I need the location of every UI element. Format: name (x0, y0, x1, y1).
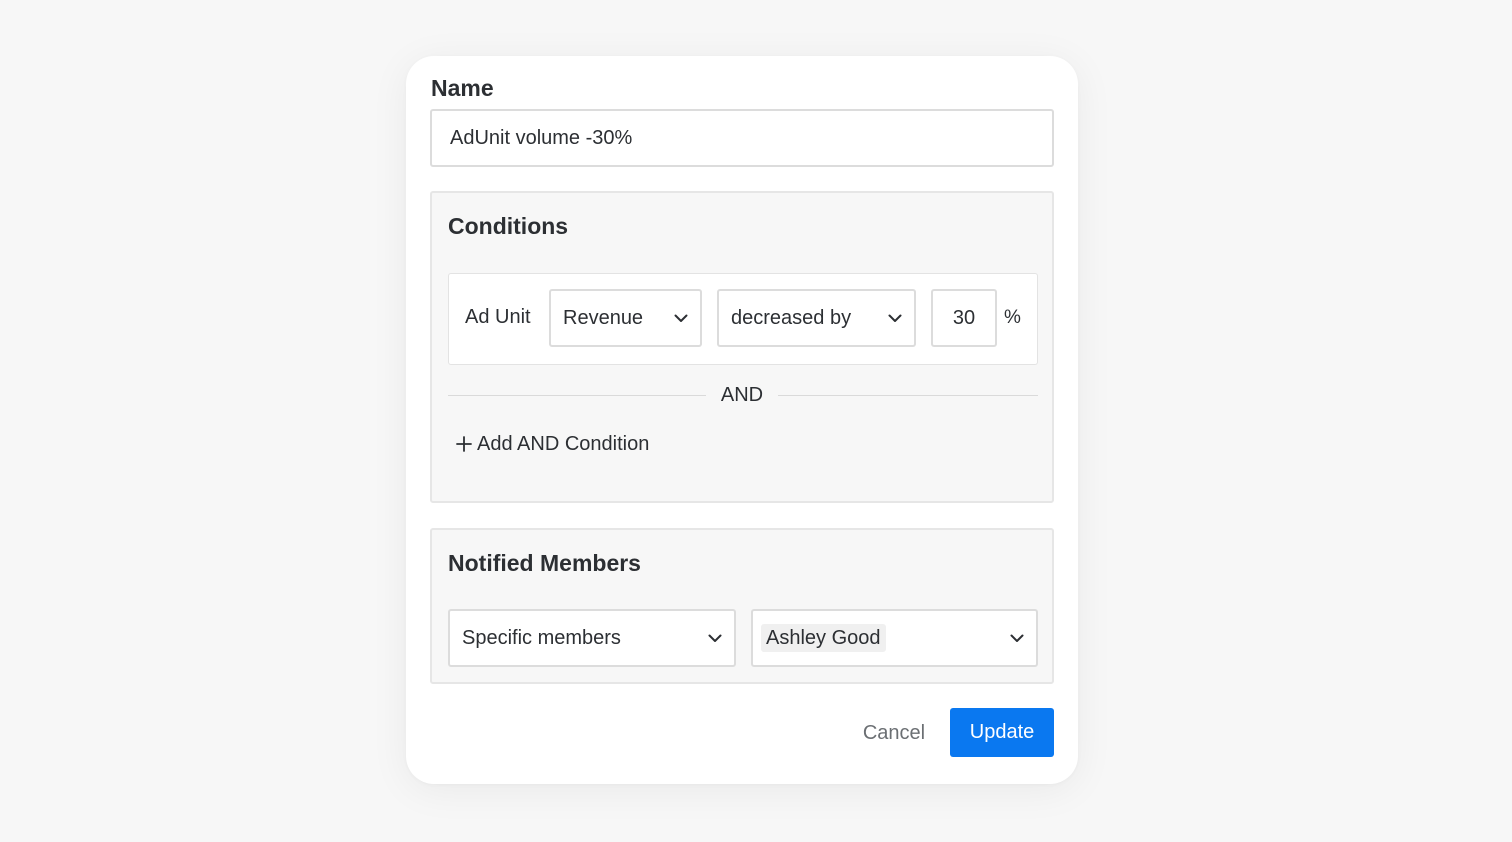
edit-alert-dialog: Name Conditions Ad Unit Revenue decrease… (406, 56, 1078, 784)
conditions-title: Conditions (448, 213, 569, 239)
member-chip[interactable]: Ashley Good (761, 623, 886, 652)
member-scope-select[interactable]: Specific members (448, 609, 736, 667)
plus-icon (456, 436, 472, 452)
conditions-panel: Conditions Ad Unit Revenue decreased by (430, 191, 1054, 503)
chevron-down-icon (888, 314, 902, 322)
notified-members-panel: Notified Members Specific members Ashley… (430, 528, 1054, 684)
page: Name Conditions Ad Unit Revenue decrease… (0, 0, 1512, 842)
chevron-down-icon (1010, 634, 1024, 642)
add-and-condition-label: Add AND Condition (477, 432, 650, 455)
threshold-input[interactable] (931, 289, 997, 347)
and-separator: AND (720, 384, 764, 406)
add-and-condition-button[interactable]: Add AND Condition (456, 431, 649, 457)
chevron-down-icon (674, 314, 688, 322)
name-label: Name (431, 75, 494, 101)
threshold-unit: % (1004, 307, 1021, 328)
divider-line-left (448, 395, 706, 396)
member-scope-value: Specific members (462, 626, 621, 649)
condition-subject: Ad Unit (465, 306, 531, 328)
metric-select[interactable]: Revenue (549, 289, 702, 347)
update-button[interactable]: Update (950, 708, 1054, 757)
operator-select[interactable]: decreased by (717, 289, 916, 347)
condition-row: Ad Unit Revenue decreased by % (448, 273, 1038, 365)
name-input[interactable] (430, 109, 1054, 167)
cancel-button[interactable]: Cancel (850, 708, 938, 758)
and-divider: AND (448, 383, 1038, 407)
member-select[interactable]: Ashley Good (751, 609, 1038, 667)
notified-members-title: Notified Members (448, 550, 641, 576)
divider-line-right (778, 395, 1038, 396)
operator-select-value: decreased by (731, 306, 852, 329)
chevron-down-icon (708, 634, 722, 642)
metric-select-value: Revenue (563, 306, 644, 329)
